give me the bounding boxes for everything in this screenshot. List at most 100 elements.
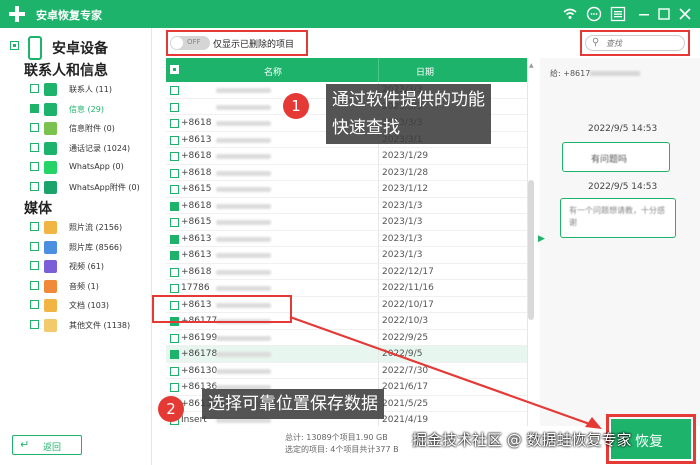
row-checkbox[interactable]	[170, 234, 179, 244]
sidebar-category-item[interactable]: WhatsApp (0)	[30, 160, 152, 176]
sidebar-category-item[interactable]: 照片库 (8566)	[30, 240, 152, 256]
sidebar-category-item[interactable]: 音频 (1)	[30, 279, 152, 295]
preview-recipient: 给: +8617	[550, 68, 641, 79]
column-divider	[378, 148, 379, 164]
photo-library-icon	[44, 240, 57, 254]
row-checkbox[interactable]	[170, 102, 179, 112]
table-row[interactable]: +8613 2023/1/3	[166, 230, 527, 247]
row-checkbox[interactable]	[170, 86, 179, 95]
name-blur	[216, 203, 271, 209]
table-row[interactable]: +8618 2022/12/17	[166, 263, 527, 280]
column-divider	[378, 214, 379, 230]
name-blur	[216, 187, 271, 192]
close-icon[interactable]	[677, 6, 693, 22]
category-label: 信息附件 (0)	[69, 124, 115, 133]
category-checkbox[interactable]	[30, 319, 39, 329]
row-checkbox[interactable]	[170, 251, 179, 260]
chat-icon[interactable]	[586, 6, 602, 22]
device-checkbox[interactable]	[10, 41, 19, 50]
category-label: 信息 (29)	[69, 104, 104, 114]
category-checkbox[interactable]	[30, 84, 39, 93]
watermark: 掘金技术社区 @ 数据蛙恢复专家	[412, 431, 632, 449]
back-label: 返回	[43, 443, 62, 453]
category-label: 视频 (61)	[69, 262, 104, 271]
row-date: 2022/12/17	[382, 266, 434, 277]
scroll-up-icon[interactable]: ▲	[529, 62, 534, 69]
col-date-header[interactable]: 日期	[416, 65, 434, 78]
search-input[interactable]	[606, 37, 680, 49]
sidebar-category-item[interactable]: WhatsApp附件 (0)	[30, 180, 152, 196]
row-date: 2023/1/3	[382, 250, 423, 260]
row-name: +86199	[181, 332, 218, 343]
wifi-icon[interactable]	[562, 6, 578, 22]
step-1-callout: 通过软件提供的功能 快速查找	[326, 84, 491, 144]
sidebar-category-item[interactable]: 信息附件 (0)	[30, 121, 152, 137]
table-scrollbar[interactable]	[528, 180, 534, 320]
row-name: +86178	[181, 349, 218, 359]
category-checkbox[interactable]	[30, 162, 39, 171]
row-checkbox[interactable]	[170, 119, 179, 128]
row-checkbox[interactable]	[170, 152, 179, 161]
name-blur	[216, 121, 271, 126]
name-blur	[216, 88, 271, 93]
table-row[interactable]: +8618 2023/1/29	[166, 148, 527, 165]
contacts-icon	[44, 83, 57, 96]
sidebar-category-item[interactable]: 其他文件 (1138)	[30, 318, 152, 334]
select-all-checkbox[interactable]	[170, 65, 179, 74]
deleted-only-toggle[interactable]: OFF	[170, 36, 210, 50]
column-divider	[378, 280, 379, 296]
row-checkbox[interactable]	[170, 333, 179, 343]
table-row[interactable]: +8613 2023/1/3	[166, 247, 527, 264]
sidebar-category-item[interactable]: 信息 (29)	[30, 102, 152, 118]
row-name: +8613	[181, 134, 212, 145]
maximize-icon[interactable]	[656, 6, 672, 22]
sidebar-category-item[interactable]: 照片流 (2156)	[30, 220, 152, 236]
category-checkbox[interactable]	[30, 142, 39, 152]
row-date: 2023/1/28	[382, 167, 429, 178]
row-checkbox[interactable]	[170, 168, 179, 178]
whatsapp-attachment-icon	[44, 180, 57, 194]
row-checkbox[interactable]	[170, 383, 179, 392]
col-name-header[interactable]: 名称	[264, 65, 282, 78]
minimize-icon[interactable]	[636, 6, 652, 22]
sidebar-category-item[interactable]: 联系人 (11)	[30, 82, 152, 98]
table-row[interactable]: +8618 2023/1/3	[166, 197, 527, 214]
sidebar-category-item[interactable]: 视频 (61)	[30, 259, 152, 275]
search-field[interactable]: ⚲	[585, 35, 685, 51]
category-checkbox[interactable]	[30, 300, 39, 309]
step-1-text-line1: 通过软件提供的功能	[332, 90, 485, 110]
menu-icon[interactable]	[610, 6, 626, 22]
table-row[interactable]: +8618 2023/1/28	[166, 164, 527, 181]
category-checkbox[interactable]	[30, 123, 39, 132]
sidebar-category-item[interactable]: 文档 (103)	[30, 298, 152, 314]
sidebar-category-item[interactable]: 通话记录 (1024)	[30, 141, 152, 157]
row-checkbox[interactable]	[170, 185, 179, 194]
category-checkbox[interactable]	[30, 103, 39, 113]
category-checkbox[interactable]	[30, 222, 39, 231]
row-checkbox[interactable]	[170, 366, 179, 376]
deleted-only-label: 仅显示已删除的项目	[213, 40, 295, 50]
category-label: 照片流 (2156)	[69, 223, 123, 232]
table-row[interactable]: +8615 2023/1/3	[166, 214, 527, 231]
category-checkbox[interactable]	[30, 181, 39, 191]
row-checkbox[interactable]	[170, 201, 179, 211]
row-checkbox[interactable]	[170, 284, 179, 293]
name-blur	[216, 236, 271, 242]
row-date: 2023/1/3	[382, 217, 423, 227]
message-bubble: 有一个问题想请教，十分感谢	[560, 198, 676, 238]
column-divider	[378, 230, 379, 247]
step-1-text-line2: 快速查找	[332, 118, 400, 138]
category-checkbox[interactable]	[30, 280, 39, 290]
table-row[interactable]: +8615 2023/1/12	[166, 181, 527, 198]
row-checkbox[interactable]	[170, 350, 179, 359]
category-checkbox[interactable]	[30, 261, 39, 270]
row-checkbox[interactable]	[170, 218, 179, 227]
name-blur	[216, 154, 271, 159]
row-checkbox[interactable]	[170, 135, 179, 145]
back-button[interactable]: ↵ 返回	[12, 435, 82, 455]
expand-arrow-icon[interactable]: ▶	[538, 234, 545, 244]
row-checkbox[interactable]	[170, 267, 179, 277]
document-icon	[44, 299, 57, 312]
message-time: 2022/9/5 14:53	[588, 124, 658, 134]
category-checkbox[interactable]	[30, 241, 39, 251]
